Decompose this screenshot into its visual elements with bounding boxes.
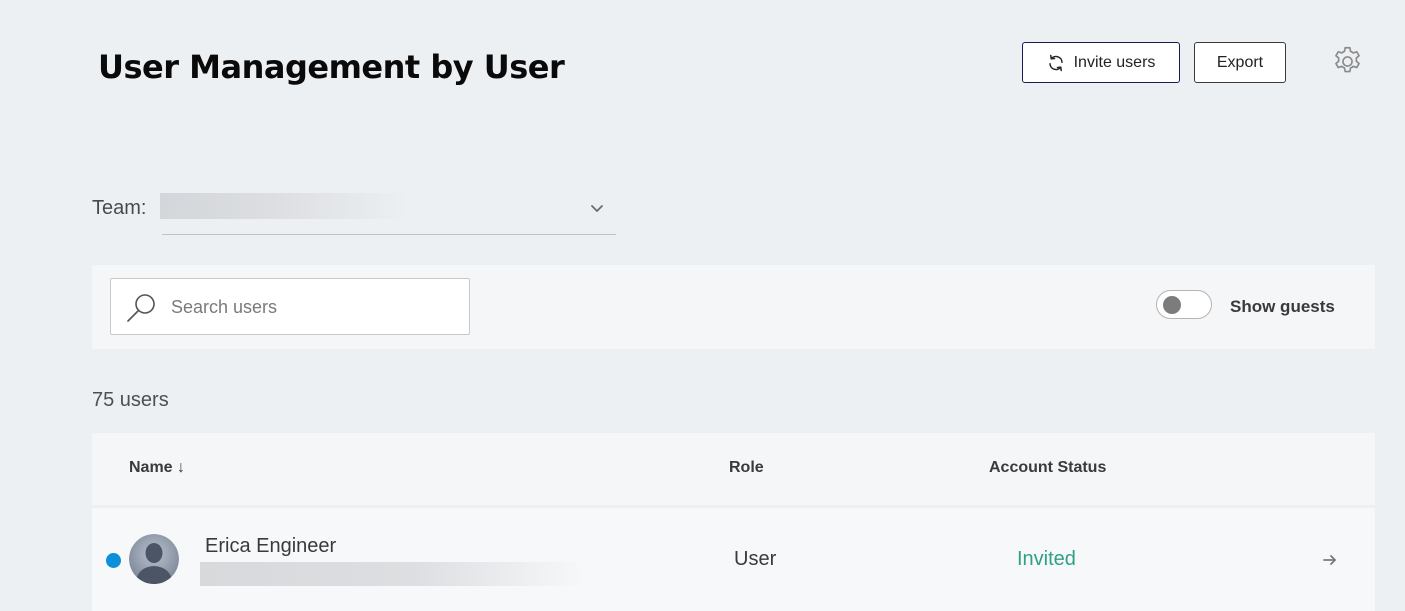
show-guests-label: Show guests (1230, 297, 1335, 316)
table-header: Name ↓ Role Account Status (92, 433, 1375, 505)
gear-icon[interactable] (1331, 45, 1364, 78)
show-guests-toggle[interactable] (1156, 290, 1212, 319)
search-box[interactable] (110, 278, 470, 335)
column-header-account-status: Account Status (989, 459, 1107, 476)
user-role: User (734, 548, 777, 570)
column-header-name[interactable]: Name ↓ (129, 459, 185, 477)
filter-bar: Show guests (92, 265, 1375, 349)
invite-users-button[interactable]: Invite users (1022, 42, 1180, 83)
export-button[interactable]: Export (1194, 42, 1286, 83)
column-header-role: Role (729, 459, 764, 476)
user-name: Erica Engineer (205, 535, 337, 557)
status-dot (106, 553, 121, 568)
arrow-right-icon[interactable] (1322, 552, 1338, 568)
team-select[interactable] (160, 193, 410, 219)
sync-icon (1048, 54, 1063, 71)
account-status: Invited (1017, 548, 1076, 570)
page-title: User Management by User (98, 48, 565, 86)
table-row[interactable]: Erica Engineer User Invited (92, 508, 1375, 611)
toggle-knob (1163, 296, 1181, 314)
search-input[interactable] (171, 293, 456, 321)
search-icon (127, 294, 155, 322)
export-label: Export (1216, 53, 1264, 71)
user-count: 75 users (92, 389, 169, 411)
avatar (129, 534, 179, 584)
team-select-underline (162, 234, 616, 235)
user-email (200, 562, 585, 586)
chevron-down-icon[interactable] (589, 200, 605, 216)
invite-users-label: Invite users (1073, 53, 1156, 71)
team-label: Team: (92, 197, 147, 219)
